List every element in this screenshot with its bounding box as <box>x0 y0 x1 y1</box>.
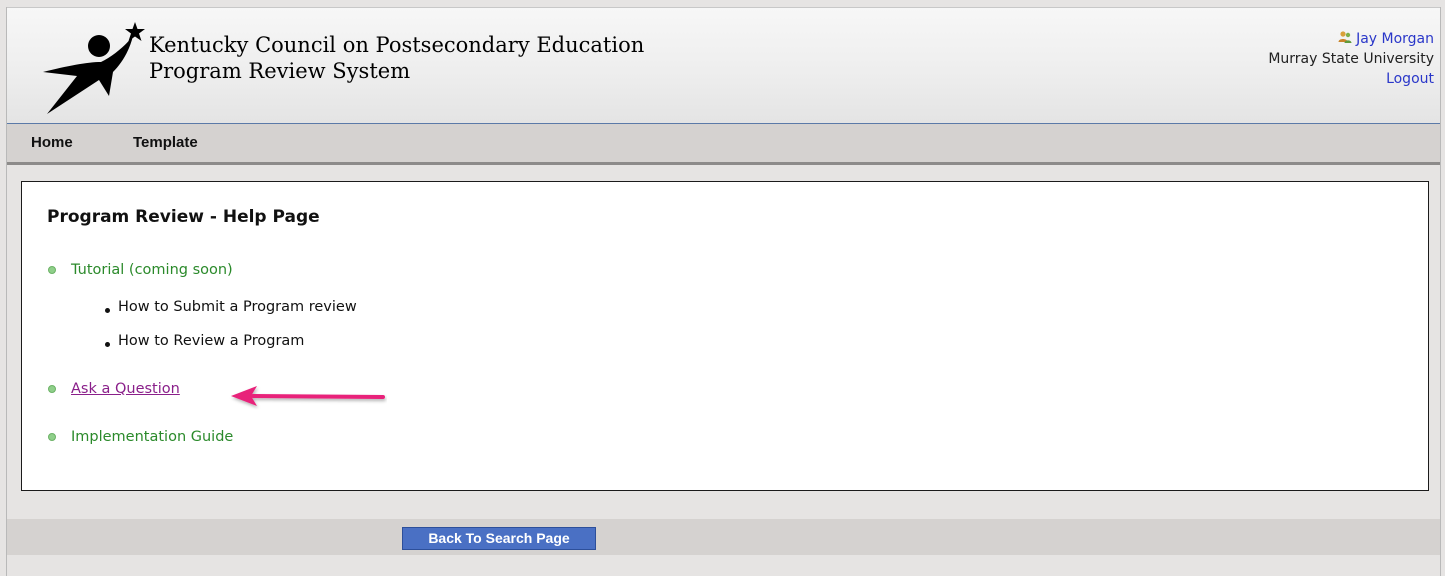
bullet-icon <box>105 342 110 347</box>
nav-item-home[interactable]: Home <box>31 134 73 151</box>
user-name: Jay Morgan <box>1356 31 1434 47</box>
nav-item-template[interactable]: Template <box>133 134 198 151</box>
site-title: Kentucky Council on Postsecondary Educat… <box>149 32 644 84</box>
site-title-line2: Program Review System <box>149 59 411 83</box>
ask-question-link[interactable]: Ask a Question <box>71 381 180 397</box>
site-header: Kentucky Council on Postsecondary Educat… <box>7 7 1440 125</box>
sub-item-submit: How to Submit a Program review <box>118 299 357 315</box>
logout-link[interactable]: Logout <box>1268 69 1434 89</box>
user-organization: Murray State University <box>1268 51 1434 67</box>
footer-bar <box>7 519 1440 555</box>
pink-arrow-icon <box>231 386 385 406</box>
ask-question-item: Ask a Question <box>71 381 180 397</box>
page-title: Program Review - Help Page <box>47 207 320 227</box>
user-name-link[interactable]: Jay Morgan <box>1268 29 1434 49</box>
back-to-search-button[interactable]: Back To Search Page <box>402 527 596 550</box>
bullet-icon <box>48 385 56 393</box>
star-person-logo-icon <box>43 22 145 114</box>
bullet-icon <box>48 433 56 441</box>
bullet-icon <box>105 308 110 313</box>
site-title-line1: Kentucky Council on Postsecondary Educat… <box>149 33 645 57</box>
bullet-icon <box>48 266 56 274</box>
nav-bar: Home Template <box>7 124 1440 165</box>
implementation-guide-item: Implementation Guide <box>71 429 234 445</box>
user-box: Jay Morgan Murray State University Logou… <box>1268 29 1434 89</box>
tutorial-item: Tutorial (coming soon) <box>71 262 233 278</box>
users-icon <box>1338 31 1352 43</box>
app-frame: Kentucky Council on Postsecondary Educat… <box>6 7 1441 576</box>
sub-item-review: How to Review a Program <box>118 333 305 349</box>
help-content-panel: Program Review - Help Page Tutorial (com… <box>21 181 1429 491</box>
